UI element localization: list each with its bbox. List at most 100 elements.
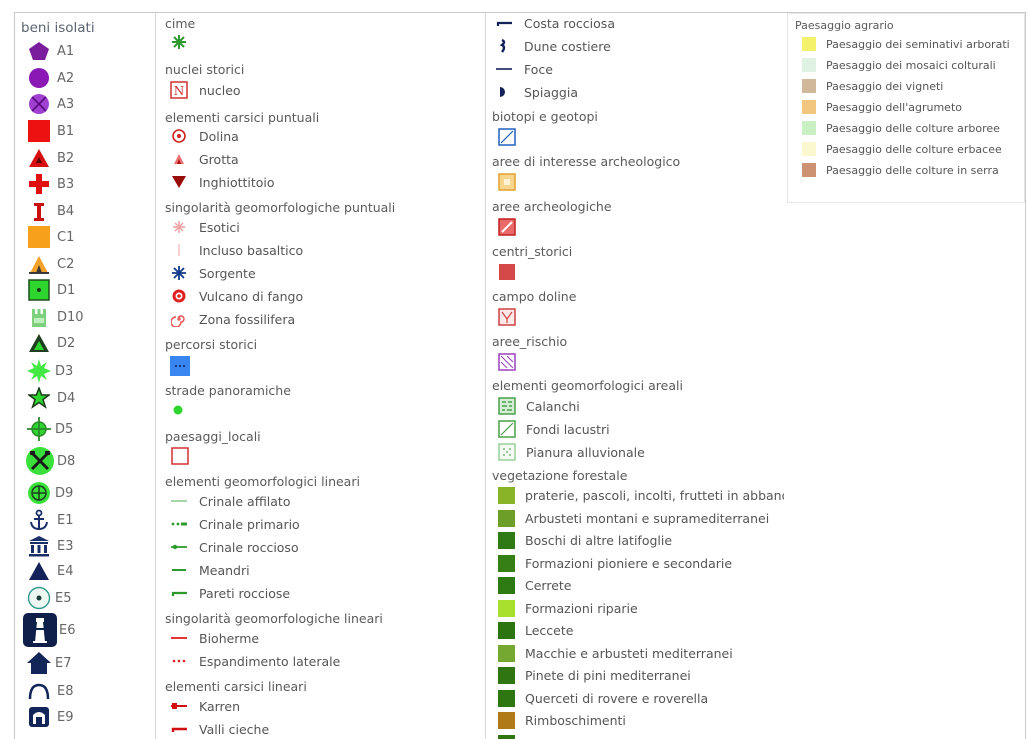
legend-item-a3: A3 xyxy=(27,93,74,115)
green-line-icon xyxy=(169,562,189,578)
blue-dotted-square-icon xyxy=(170,356,190,376)
legend-label: E4 xyxy=(57,563,74,579)
interesse-archeologico-title: aree di interesse archeologico xyxy=(492,154,681,169)
blue-burst-icon xyxy=(169,265,189,281)
legend-item: praterie, pascoli, incolti, frutteti in … xyxy=(498,487,784,504)
legend-item-cime xyxy=(171,34,187,50)
color-swatch xyxy=(802,142,816,156)
legend-item-aree-rischio xyxy=(498,353,516,371)
legend-label: C2 xyxy=(57,256,75,272)
green-star-icon xyxy=(27,387,51,409)
dotted-green-line-icon xyxy=(169,516,189,532)
legend-label: Leccete xyxy=(525,623,574,638)
legend-item-e6: E6 xyxy=(23,613,76,647)
legend-item-a1: A1 xyxy=(27,40,74,62)
legend-item: Formazioni pioniere e secondarie xyxy=(498,554,733,572)
legend-item-dune-costiere: Dune costiere xyxy=(494,38,611,54)
color-swatch xyxy=(802,37,816,51)
legend-label: D8 xyxy=(57,453,76,469)
legend-item-incluso-basaltico: Incluso basaltico xyxy=(169,242,303,258)
legend-item-strade xyxy=(171,403,185,417)
legend-label: Boschi di altre latifoglie xyxy=(525,533,673,548)
color-swatch xyxy=(498,667,515,684)
legend-item-crinale-primario: Crinale primario xyxy=(169,516,300,532)
legend-label: Paesaggio delle colture in serra xyxy=(826,163,999,177)
legend-label: C1 xyxy=(57,229,75,245)
green-dot-icon xyxy=(171,403,185,417)
legend-item-esotici: Esotici xyxy=(169,219,240,235)
legend-label: Paesaggio dei seminativi arborati xyxy=(826,37,1010,51)
legend-item: Paesaggio dell'agrumeto xyxy=(802,100,962,114)
color-swatch xyxy=(498,577,515,594)
legend-label: D10 xyxy=(57,309,84,325)
legend-item: Paesaggio delle colture in serra xyxy=(802,163,999,177)
color-swatch xyxy=(802,100,816,114)
legend-item-e5: E5 xyxy=(27,586,72,610)
legend-label: E7 xyxy=(55,655,72,671)
red-anchor-bar-icon xyxy=(27,200,51,222)
legend-label: D9 xyxy=(55,485,74,501)
legend-label: Calanchi xyxy=(526,398,580,414)
legend-label: Formazioni riparie xyxy=(525,600,638,616)
purple-circle-icon xyxy=(27,67,51,89)
red-down-triangle-icon xyxy=(169,174,189,190)
svg-text:N: N xyxy=(174,84,185,98)
legend-item-c2: C2 xyxy=(27,253,74,275)
legend-label: Crinale affilato xyxy=(199,493,291,509)
legend-label: E5 xyxy=(55,590,72,606)
legend-item: Paesaggio delle colture arboree xyxy=(802,121,1000,135)
legend-label: Formazioni pioniere e secondarie xyxy=(525,555,733,571)
legend-label: Incluso basaltico xyxy=(199,242,304,258)
legend-item-espandimento-laterale: Espandimento laterale xyxy=(169,653,340,669)
legend-item-aree-archeologiche xyxy=(498,218,516,236)
legend-label: B4 xyxy=(57,203,75,219)
aree-rischio-title: aree_rischio xyxy=(492,334,568,349)
legend-item-c1: C1 xyxy=(27,226,74,248)
legend-item: Leccete xyxy=(498,622,573,639)
color-swatch xyxy=(498,532,515,549)
purple-hatched-square-icon xyxy=(498,353,516,371)
percorsi-title: percorsi storici xyxy=(165,337,258,352)
color-swatch xyxy=(498,599,515,617)
legend-item-b4: B4 xyxy=(27,200,74,222)
legend-item-e3: E3 xyxy=(27,535,74,557)
orange-tent-icon xyxy=(27,253,51,275)
legend-item-foce: Foce xyxy=(494,61,553,77)
legend-item-vulcano-di-fango: Vulcano di fango xyxy=(169,288,303,304)
legend-item-interesse-archeologico xyxy=(498,173,516,191)
purple-crossed-circle-icon xyxy=(27,93,51,115)
legend-label: A2 xyxy=(57,70,75,86)
legend-label: E1 xyxy=(57,512,74,528)
legend-item-inghiottitoio: Inghiottitoio xyxy=(169,174,275,190)
green-asterisk-icon xyxy=(171,34,187,50)
legend-label: B1 xyxy=(57,123,75,139)
legend-item: Rimboschimenti xyxy=(498,712,626,729)
color-swatch xyxy=(498,509,515,527)
legend-label: Querceti di rovere e roverella xyxy=(525,690,709,706)
biotopi-title: biotopi e geotopi xyxy=(492,109,598,124)
knobbed-green-line-icon xyxy=(169,539,189,555)
legend-panel: beni isolati A1 A2 A3 B1 B2 B3 B4 C1 C2 … xyxy=(14,12,1026,739)
color-swatch xyxy=(802,79,816,93)
legend-item: Querceti di rovere e roverella xyxy=(498,689,709,707)
legend-label: A3 xyxy=(57,96,75,112)
n-square-icon: N xyxy=(169,81,189,99)
color-swatch xyxy=(802,163,816,177)
legend-item-crinale-roccioso: Crinale roccioso xyxy=(169,539,299,555)
areali-column: Costa rocciosa Dune costiere Foce Spiagg… xyxy=(485,13,784,739)
legend-item-bioherme: Bioherme xyxy=(169,630,259,646)
legend-item: Arbusteti montani e supramediterranei xyxy=(498,509,769,527)
legend-label: A1 xyxy=(57,43,75,59)
dotted-red-line-icon xyxy=(169,653,189,669)
navy-line-icon xyxy=(494,61,514,77)
red-hook-line-icon xyxy=(169,721,189,737)
legend-item-grotta: Grotta xyxy=(169,151,239,167)
navy-lighthouse-icon xyxy=(23,613,57,647)
legend-label: Paesaggio delle colture erbacee xyxy=(826,142,1002,156)
green-splash-icon xyxy=(27,359,51,383)
red-ring-dot-icon xyxy=(169,128,189,144)
legend-item-crinale-affilato: Crinale affilato xyxy=(169,493,291,509)
green-circle-arrows-icon xyxy=(27,481,51,505)
legend-label: Dolina xyxy=(199,128,239,144)
blue-triangle-icon xyxy=(27,560,51,582)
